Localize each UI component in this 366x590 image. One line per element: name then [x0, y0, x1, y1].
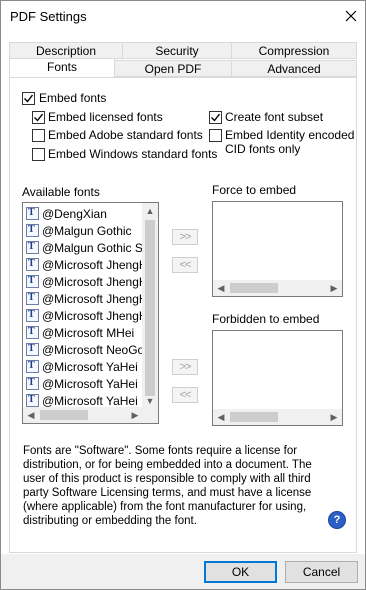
add-to-force-button[interactable]: >>: [172, 229, 198, 245]
close-icon[interactable]: [340, 5, 362, 27]
list-item[interactable]: T@Malgun Gothic Semilight: [26, 239, 158, 256]
font-name: @Microsoft MHei: [42, 325, 135, 340]
cancel-button[interactable]: Cancel: [285, 561, 358, 583]
list-item[interactable]: T @Microsoft YaHei: [26, 358, 138, 375]
truetype-font-icon: T: [26, 377, 39, 390]
truetype-font-icon: T: [26, 224, 39, 237]
scroll-corner: [142, 407, 158, 423]
embed-identity-cid-checkbox[interactable]: [209, 129, 222, 142]
font-name: @Microsoft JhengHei: [42, 257, 157, 272]
truetype-font-icon: T: [26, 258, 39, 271]
available-fonts-label: Available fonts: [22, 185, 100, 199]
ok-button[interactable]: OK: [204, 561, 277, 583]
vscroll-thumb[interactable]: [145, 220, 155, 396]
embed-licensed-fonts-label: Embed licensed fonts: [48, 110, 163, 124]
list-item[interactable]: T @Microsoft JhengHei: [26, 256, 157, 273]
tab-open-pdf[interactable]: Open PDF: [114, 60, 232, 77]
available-fonts-hscrollbar[interactable]: ◀ ▶: [23, 407, 143, 423]
tab-compression[interactable]: Compression: [231, 42, 357, 59]
available-fonts-vscrollbar[interactable]: ▲ ▼: [142, 203, 158, 409]
hscroll-thumb[interactable]: [40, 410, 88, 420]
list-item[interactable]: T @Malgun Gothic: [26, 222, 132, 239]
scroll-left-icon[interactable]: ◀: [213, 280, 229, 296]
create-font-subset-label: Create font subset: [225, 110, 324, 124]
license-description: Fonts are "Software". Some fonts require…: [23, 445, 312, 527]
dialog-footer: OK Cancel: [1, 554, 365, 589]
force-hscrollbar[interactable]: ◀ ▶: [213, 280, 342, 296]
remove-from-force-button[interactable]: <<: [172, 257, 198, 273]
list-item[interactable]: T @DengXian: [26, 205, 107, 222]
list-item[interactable]: T@Microsoft JhengHei Bold: [26, 273, 158, 290]
truetype-font-icon: T: [26, 326, 39, 339]
tab-advanced[interactable]: Advanced: [231, 60, 357, 77]
scroll-right-icon[interactable]: ▶: [127, 407, 143, 423]
embed-adobe-standard-fonts-checkbox[interactable]: [32, 129, 45, 142]
font-name: @Microsoft YaHei UI: [42, 393, 154, 408]
tab-description[interactable]: Description: [9, 42, 123, 59]
scroll-up-icon[interactable]: ▲: [142, 203, 158, 219]
hscroll-thumb[interactable]: [230, 412, 278, 422]
embed-windows-standard-fonts-label: Embed Windows standard fonts: [48, 147, 218, 161]
embed-windows-standard-fonts-checkbox[interactable]: [32, 148, 45, 161]
list-item[interactable]: T @Microsoft NeoGothic: [26, 341, 158, 358]
truetype-font-icon: T: [26, 292, 39, 305]
embed-fonts-label: Embed fonts: [39, 91, 107, 105]
help-icon[interactable]: ?: [328, 511, 346, 529]
font-name: @Malgun Gothic: [42, 223, 132, 238]
available-fonts-list[interactable]: T @DengXian T @Malgun Gothic T @Malgun Gothic…: [22, 202, 159, 424]
embed-licensed-fonts-checkbox[interactable]: [32, 111, 45, 124]
font-name: @DengXian: [42, 206, 107, 221]
truetype-font-icon: T: [26, 394, 39, 407]
truetype-font-icon: T: [26, 360, 39, 373]
scroll-right-icon[interactable]: ▶: [326, 409, 342, 425]
list-item[interactable]: T @Microsoft MHei: [26, 324, 134, 341]
scroll-right-icon[interactable]: ▶: [326, 280, 342, 296]
truetype-font-icon: T: [26, 275, 39, 288]
embed-identity-cid-label-line1: Embed Identity encoded: [225, 128, 355, 142]
truetype-font-icon: T: [26, 343, 39, 356]
forbidden-hscrollbar[interactable]: ◀ ▶: [213, 409, 342, 425]
pdf-settings-dialog: PDF Settings Description Security Compre…: [0, 0, 366, 590]
list-item[interactable]: T@Microsoft JhengHei Light: [26, 290, 158, 307]
tab-fonts[interactable]: Fonts: [9, 58, 115, 77]
hscroll-thumb[interactable]: [230, 283, 278, 293]
embed-identity-cid-label-line2: CID fonts only: [225, 142, 301, 156]
list-item[interactable]: T @Microsoft YaHei Light: [26, 375, 158, 392]
list-item[interactable]: T@Microsoft JhengHei UI: [26, 307, 158, 324]
font-name: @Microsoft YaHei: [42, 359, 138, 374]
add-to-forbidden-button[interactable]: >>: [172, 359, 198, 375]
embed-adobe-standard-fonts-label: Embed Adobe standard fonts: [48, 128, 203, 142]
force-to-embed-list[interactable]: ◀ ▶: [212, 201, 343, 297]
embed-fonts-checkbox[interactable]: [22, 92, 35, 105]
truetype-font-icon: T: [26, 207, 39, 220]
window-title: PDF Settings: [10, 9, 87, 24]
truetype-font-icon: T: [26, 241, 39, 254]
create-font-subset-checkbox[interactable]: [209, 111, 222, 124]
remove-from-forbidden-button[interactable]: <<: [172, 387, 198, 403]
forbidden-to-embed-list[interactable]: ◀ ▶: [212, 330, 343, 426]
forbidden-to-embed-label: Forbidden to embed: [212, 312, 320, 326]
scroll-left-icon[interactable]: ◀: [213, 409, 229, 425]
tab-security[interactable]: Security: [122, 42, 232, 59]
force-to-embed-label: Force to embed: [212, 183, 297, 197]
truetype-font-icon: T: [26, 309, 39, 322]
scroll-left-icon[interactable]: ◀: [23, 407, 39, 423]
